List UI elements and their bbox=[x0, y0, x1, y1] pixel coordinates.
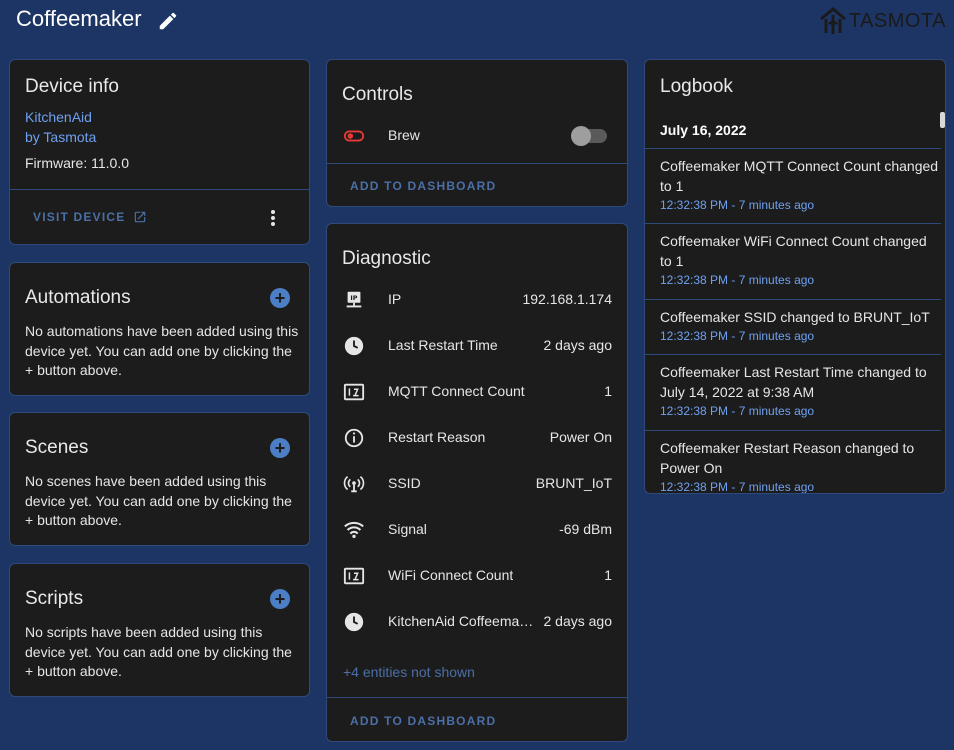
log-time[interactable]: 12:32:38 PM - 7 minutes ago bbox=[660, 273, 940, 287]
pencil-icon[interactable] bbox=[157, 10, 179, 32]
divider bbox=[10, 189, 309, 190]
clock-icon bbox=[344, 336, 364, 356]
entity-name: WiFi Connect Count bbox=[388, 567, 514, 583]
switch-icon bbox=[343, 130, 365, 142]
controls-card: Controls Brew ADD TO DASHBOARD bbox=[326, 59, 628, 207]
ip-network-icon: IP bbox=[346, 291, 362, 308]
entity-value: BRUNT_IoT bbox=[535, 475, 612, 491]
scripts-empty-text: No scripts have been added using this de… bbox=[25, 624, 292, 679]
tasmota-house-icon bbox=[819, 7, 846, 34]
log-time[interactable]: 12:32:38 PM - 7 minutes ago bbox=[660, 404, 940, 418]
divider bbox=[645, 148, 941, 149]
diagnostic-card: Diagnostic IP IP 192.168.1.174 Last Rest… bbox=[326, 223, 628, 742]
visit-device-label: VISIT DEVICE bbox=[33, 210, 126, 224]
add-automation-button[interactable]: + bbox=[270, 288, 290, 308]
entity-name: Signal bbox=[388, 521, 427, 537]
divider bbox=[645, 430, 941, 431]
entity-value: 1 bbox=[604, 567, 612, 583]
device-info-card: Device info KitchenAid by Tasmota Firmwa… bbox=[9, 59, 310, 245]
visit-device-button[interactable]: VISIT DEVICE bbox=[33, 210, 147, 224]
page-title: Coffeemaker bbox=[16, 6, 142, 31]
log-entry: Coffeemaker WiFi Connect Count changed t… bbox=[660, 231, 940, 287]
tasmota-logo: TASMOTA bbox=[819, 6, 946, 36]
divider bbox=[645, 299, 941, 300]
manufacturer-link[interactable]: by Tasmota bbox=[25, 129, 96, 145]
entity-value: -69 dBm bbox=[559, 521, 612, 537]
log-message: Coffeemaker SSID changed to BRUNT_IoT bbox=[660, 309, 930, 325]
card-title: Controls bbox=[342, 84, 413, 105]
hidden-entities-link[interactable]: +4 entities not shown bbox=[343, 664, 475, 680]
add-script-button[interactable]: + bbox=[270, 589, 290, 609]
access-point-icon bbox=[343, 476, 365, 493]
open-in-new-icon bbox=[135, 211, 146, 223]
log-message: Coffeemaker WiFi Connect Count changed t… bbox=[660, 233, 927, 269]
device-model-link[interactable]: KitchenAid bbox=[25, 109, 92, 125]
log-time[interactable]: 12:32:38 PM - 7 minutes ago bbox=[660, 198, 940, 212]
scenes-card: Scenes + No scenes have been added using… bbox=[9, 412, 310, 546]
divider bbox=[645, 354, 941, 355]
log-date: July 16, 2022 bbox=[660, 122, 747, 138]
entity-value: 1 bbox=[604, 383, 612, 399]
diagnostic-row[interactable]: IP IP 192.168.1.174 bbox=[327, 288, 627, 312]
diagnostic-row[interactable]: KitchenAid Coffeemake… 2 days ago bbox=[327, 610, 627, 634]
diagnostic-row[interactable]: MQTT Connect Count 1 bbox=[327, 380, 627, 404]
automations-empty-text: No automations have been added using thi… bbox=[25, 323, 299, 378]
divider bbox=[645, 223, 941, 224]
card-title: Logbook bbox=[660, 76, 733, 97]
log-entry: Coffeemaker MQTT Connect Count changed t… bbox=[660, 156, 940, 212]
entity-value: 192.168.1.174 bbox=[522, 291, 612, 307]
diagnostic-row[interactable]: Restart Reason Power On bbox=[327, 426, 627, 450]
more-options-icon[interactable] bbox=[265, 208, 281, 228]
entity-value: 2 days ago bbox=[543, 337, 613, 353]
clock-icon bbox=[344, 612, 364, 632]
entity-name: IP bbox=[388, 291, 402, 307]
toggle-knob bbox=[571, 126, 591, 146]
diagnostic-row[interactable]: Last Restart Time 2 days ago bbox=[327, 334, 627, 358]
logbook-card: Logbook July 16, 2022 Coffeemaker MQTT C… bbox=[644, 59, 946, 494]
add-scene-button[interactable]: + bbox=[270, 438, 290, 458]
divider bbox=[327, 163, 627, 164]
entity-name: KitchenAid Coffeemake… bbox=[388, 613, 540, 629]
entity-name: Restart Reason bbox=[388, 429, 486, 445]
brew-toggle[interactable] bbox=[571, 126, 607, 146]
log-message: Coffeemaker Restart Reason changed to Po… bbox=[660, 440, 915, 476]
add-to-dashboard-button[interactable]: ADD TO DASHBOARD bbox=[350, 714, 496, 728]
log-entry: Coffeemaker SSID changed to BRUNT_IoT 12… bbox=[660, 307, 940, 343]
wifi-icon bbox=[344, 521, 364, 539]
entity-name: Brew bbox=[388, 127, 420, 143]
entity-name: SSID bbox=[388, 475, 421, 491]
entity-name: MQTT Connect Count bbox=[388, 383, 525, 399]
divider bbox=[327, 697, 627, 698]
automations-card: Automations + No automations have been a… bbox=[9, 262, 310, 396]
entity-value: Power On bbox=[549, 429, 612, 445]
top-bar: Coffeemaker TASMOTA bbox=[0, 0, 954, 44]
scenes-empty-text: No scenes have been added using this dev… bbox=[25, 473, 292, 528]
log-message: Coffeemaker MQTT Connect Count changed t… bbox=[660, 158, 939, 194]
card-title: Scenes bbox=[25, 437, 89, 458]
firmware-text: Firmware: 11.0.0 bbox=[25, 155, 129, 171]
scrollbar[interactable] bbox=[940, 112, 945, 128]
card-title: Device info bbox=[25, 76, 119, 97]
counter-icon bbox=[343, 567, 365, 585]
card-title: Automations bbox=[25, 287, 131, 308]
log-message: Coffeemaker Last Restart Time changed to… bbox=[660, 364, 927, 400]
scripts-card: Scripts + No scripts have been added usi… bbox=[9, 563, 310, 697]
entity-value: 2 days ago bbox=[543, 613, 613, 629]
log-entry: Coffeemaker Last Restart Time changed to… bbox=[660, 362, 940, 418]
card-title: Diagnostic bbox=[342, 248, 431, 269]
svg-text:IP: IP bbox=[350, 294, 357, 302]
diagnostic-row[interactable]: SSID BRUNT_IoT bbox=[327, 472, 627, 496]
info-icon bbox=[344, 428, 364, 448]
log-entry: Coffeemaker Restart Reason changed to Po… bbox=[660, 438, 940, 493]
log-time[interactable]: 12:32:38 PM - 7 minutes ago bbox=[660, 329, 940, 343]
card-title: Scripts bbox=[25, 588, 84, 609]
add-to-dashboard-button[interactable]: ADD TO DASHBOARD bbox=[350, 179, 496, 193]
log-time[interactable]: 12:32:38 PM - 7 minutes ago bbox=[660, 480, 940, 493]
entity-name: Last Restart Time bbox=[388, 337, 498, 353]
counter-icon bbox=[343, 383, 365, 401]
diagnostic-row[interactable]: Signal -69 dBm bbox=[327, 518, 627, 542]
diagnostic-row[interactable]: WiFi Connect Count 1 bbox=[327, 564, 627, 588]
brand-name: TASMOTA bbox=[848, 9, 946, 32]
